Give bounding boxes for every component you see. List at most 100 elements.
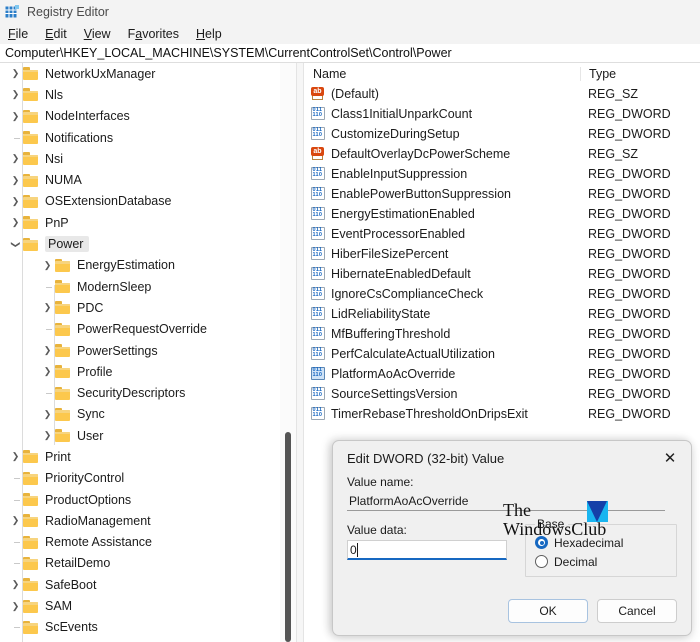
chevron-right-icon[interactable]: ❯ [8, 111, 23, 121]
chevron-right-icon[interactable]: ❯ [8, 175, 23, 185]
value-data-input[interactable] [347, 540, 507, 560]
value-row[interactable]: 011 110 SourceSettingsVersion REG_DWORD [305, 384, 700, 404]
menu-help[interactable]: Help [196, 26, 231, 42]
address-bar[interactable]: Computer\HKEY_LOCAL_MACHINE\SYSTEM\Curre… [0, 44, 700, 63]
tree-item-scevents[interactable]: ScEvents [0, 617, 296, 638]
value-row[interactable]: 011 110 TimerRebaseThresholdOnDripsExit REG… [305, 404, 700, 424]
value-name-text: MfBufferingThreshold [331, 327, 451, 341]
tree-item-powersettings[interactable]: ❯ PowerSettings [0, 340, 296, 361]
chevron-right-icon[interactable]: ❯ [8, 218, 23, 227]
tree-item-productoptions[interactable]: ProductOptions [0, 489, 296, 510]
value-row[interactable]: 011 110 HibernateEnabledDefault REG_DWORD [305, 264, 700, 284]
tree-item-print[interactable]: ❯ Print [0, 446, 296, 467]
tree-scrollbar-thumb[interactable] [285, 432, 291, 642]
value-row[interactable]: ab DefaultOverlayDcPowerScheme REG_SZ [305, 144, 700, 164]
registry-tree-pane[interactable]: ❯ NetworkUxManager ❯ Nls ❯ NodeInterfaces Noti… [0, 63, 296, 642]
folder-icon [55, 258, 71, 272]
value-row[interactable]: 011 110 EnableInputSuppression REG_DWORD [305, 164, 700, 184]
tree-item-pnp[interactable]: ❯ PnP [0, 212, 296, 233]
value-row[interactable]: 011 110 EnergyEstimationEnabled REG_DWORD [305, 204, 700, 224]
pane-splitter[interactable] [296, 63, 304, 642]
chevron-right-icon[interactable]: ❯ [8, 580, 23, 589]
chevron-right-icon[interactable]: ❯ [8, 601, 23, 611]
tree-item-prioritycontrol[interactable]: PriorityControl [0, 468, 296, 489]
tree-item-nls[interactable]: ❯ Nls [0, 84, 296, 105]
value-row[interactable]: 011 110 EventProcessorEnabled REG_DWORD [305, 224, 700, 244]
menu-view[interactable]: View [84, 26, 120, 42]
tree-item-networkuxmanager[interactable]: ❯ NetworkUxManager [0, 63, 296, 84]
value-name-cell: 011 110 HibernateEnabledDefault [305, 267, 580, 281]
value-row[interactable]: 011 110 Class1InitialUnparkCount REG_DWORD [305, 104, 700, 124]
chevron-right-icon[interactable]: ❯ [40, 367, 55, 376]
value-name-cell: 011 110 LidReliabilityState [305, 307, 580, 321]
tree-item-label: NodeInterfaces [45, 109, 130, 124]
value-row[interactable]: 011 110 MfBufferingThreshold REG_DWORD [305, 324, 700, 344]
chevron-down-icon[interactable]: ❯ [11, 237, 21, 252]
value-type-cell: REG_DWORD [588, 287, 671, 301]
tree-item-energyestimation[interactable]: ❯ EnergyEstimation [0, 255, 296, 276]
tree-item-power[interactable]: ❯ Power [0, 233, 296, 254]
value-row[interactable]: 011 110 HiberFileSizePercent REG_DWORD [305, 244, 700, 264]
chevron-right-icon[interactable]: ❯ [8, 90, 23, 99]
tree-item-nsi[interactable]: ❯ Nsi [0, 148, 296, 169]
column-header-type[interactable]: Type [580, 66, 700, 81]
tree-item-securitydescriptors[interactable]: SecurityDescriptors [0, 382, 296, 403]
value-row[interactable]: 011 110 EnablePowerButtonSuppression REG_DW… [305, 184, 700, 204]
tree-item-sync[interactable]: ❯ Sync [0, 404, 296, 425]
value-row[interactable]: 011 110 CustomizeDuringSetup REG_DWORD [305, 124, 700, 144]
tree-item-label: ModernSleep [77, 279, 152, 294]
value-name-text: HibernateEnabledDefault [331, 267, 471, 281]
tree-item-remote-assistance[interactable]: Remote Assistance [0, 532, 296, 553]
folder-icon [23, 88, 39, 102]
tree-item-user[interactable]: ❯ User [0, 425, 296, 446]
menu-edit[interactable]: Edit [45, 26, 76, 42]
tree-item-nodeinterfaces[interactable]: ❯ NodeInterfaces [0, 106, 296, 127]
value-row[interactable]: 011 110 PerfCalculateActualUtilization REG_… [305, 344, 700, 364]
tree-item-sam[interactable]: ❯ SAM [0, 595, 296, 616]
tree-vertical-scrollbar[interactable] [280, 63, 296, 642]
tree-item-powerrequestoverride[interactable]: PowerRequestOverride [0, 319, 296, 340]
tree-item-radiomanagement[interactable]: ❯ RadioManagement [0, 510, 296, 531]
radio-hexadecimal-indicator[interactable] [535, 536, 548, 549]
cancel-button[interactable]: Cancel [597, 599, 677, 623]
value-name-input[interactable] [347, 492, 665, 511]
radio-decimal-indicator[interactable] [535, 555, 548, 568]
chevron-right-icon[interactable]: ❯ [40, 303, 55, 312]
tree-item-safeboot[interactable]: ❯ SafeBoot [0, 574, 296, 595]
chevron-right-icon[interactable]: ❯ [8, 452, 23, 461]
tree-item-profile[interactable]: ❯ Profile [0, 361, 296, 382]
chevron-right-icon[interactable]: ❯ [8, 154, 23, 163]
menu-favorites[interactable]: Favorites [128, 26, 188, 42]
radio-decimal[interactable]: Decimal [535, 552, 676, 571]
value-row[interactable]: 011 110 IgnoreCsComplianceCheck REG_DWORD [305, 284, 700, 304]
value-row[interactable]: 011 110 LidReliabilityState REG_DWORD [305, 304, 700, 324]
chevron-right-icon[interactable]: ❯ [8, 69, 23, 78]
chevron-right-icon[interactable]: ❯ [40, 431, 55, 440]
radio-hexadecimal[interactable]: Hexadecimal [535, 533, 676, 552]
chevron-right-icon[interactable]: ❯ [8, 196, 23, 206]
tree-item-notifications[interactable]: Notifications [0, 127, 296, 148]
column-header-name[interactable]: Name [305, 67, 580, 81]
dword-value-icon: 011 110 [311, 347, 326, 361]
tree-item-pdc[interactable]: ❯ PDC [0, 297, 296, 318]
folder-icon [23, 67, 39, 81]
close-icon[interactable]: ✕ [657, 447, 683, 469]
value-type-cell: REG_DWORD [588, 387, 671, 401]
tree-item-scmconfig[interactable]: SCMConfig [0, 638, 296, 642]
value-name-cell: 011 110 CustomizeDuringSetup [305, 127, 580, 141]
ok-button[interactable]: OK [508, 599, 588, 623]
chevron-right-icon[interactable]: ❯ [40, 260, 55, 270]
tree-item-modernsleep[interactable]: ModernSleep [0, 276, 296, 297]
value-row[interactable]: 011 110 PlatformAoAcOverride REG_DWORD [305, 364, 700, 384]
chevron-right-icon[interactable]: ❯ [8, 516, 23, 525]
tree-item-retaildemo[interactable]: RetailDemo [0, 553, 296, 574]
value-row-list: ab (Default) REG_SZ 011 110 Class1InitialUnpa… [305, 84, 700, 424]
chevron-right-icon[interactable]: ❯ [40, 409, 55, 419]
folder-icon [23, 109, 39, 123]
value-data-column: Value data: [347, 523, 525, 577]
tree-item-osextensiondatabase[interactable]: ❯ OSExtensionDatabase [0, 191, 296, 212]
value-row[interactable]: ab (Default) REG_SZ [305, 84, 700, 104]
menu-file[interactable]: FFileile [8, 26, 37, 42]
chevron-right-icon[interactable]: ❯ [40, 346, 55, 355]
tree-item-numa[interactable]: ❯ NUMA [0, 169, 296, 190]
